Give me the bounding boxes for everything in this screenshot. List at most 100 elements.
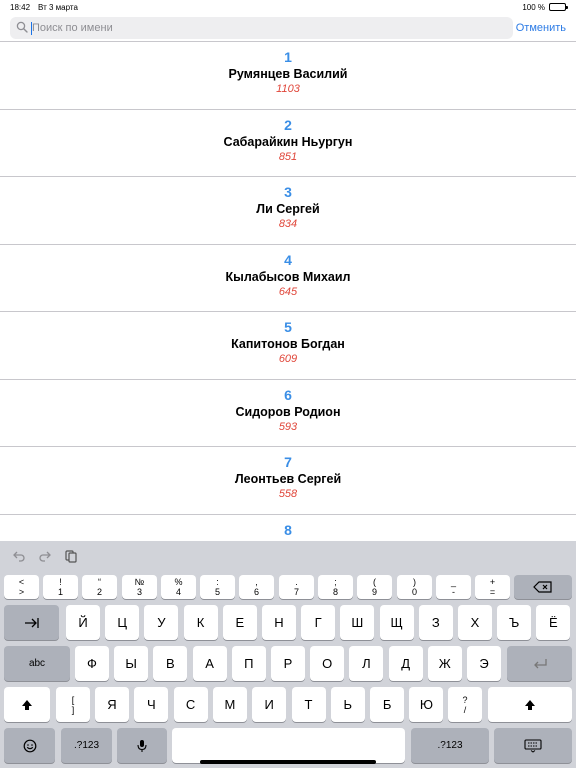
shift-key-right[interactable] [488, 687, 572, 722]
numbers-key-left[interactable]: .?123 [61, 728, 112, 763]
key-letter[interactable]: Ц [105, 605, 140, 640]
player-row[interactable]: 7 Леонтьев Сергей 558 [0, 447, 576, 515]
tab-key[interactable] [4, 605, 59, 640]
key-symbol[interactable]: + = [475, 575, 510, 599]
key-letter[interactable]: Ш [340, 605, 375, 640]
search-box[interactable] [10, 17, 513, 39]
player-row[interactable]: 1 Румянцев Василий 1103 [0, 42, 576, 110]
redo-icon[interactable] [38, 549, 52, 563]
keyboard-toolbar [0, 541, 576, 571]
key-label-bottom: 1 [57, 587, 63, 597]
key-label-bottom: 0 [411, 587, 417, 597]
key-symbol[interactable]: < > [4, 575, 39, 599]
key-letter[interactable]: Д [388, 646, 423, 681]
key-letter[interactable]: Я [95, 687, 129, 722]
key-letter[interactable]: Е [222, 605, 257, 640]
key-symbol[interactable]: ! 1 [43, 575, 78, 599]
shift-key-left[interactable] [4, 687, 50, 722]
key-letter[interactable]: Ы [114, 646, 149, 681]
key-symbol[interactable]: “2 [82, 575, 117, 599]
dictation-key[interactable] [117, 728, 167, 763]
key-letter[interactable]: Х [458, 605, 492, 640]
key-letter[interactable]: Ю [409, 687, 444, 722]
key-bracket[interactable]: [] [56, 687, 90, 722]
player-name: Леонтьев Сергей [234, 472, 342, 486]
key-letter[interactable]: В [153, 646, 188, 681]
key-letter[interactable]: М [212, 687, 247, 722]
key-letter[interactable]: Б [370, 687, 405, 722]
player-score: 609 [278, 353, 298, 365]
key-symbol[interactable]: .7 [279, 575, 314, 599]
player-rank: 8 [284, 521, 292, 538]
key-letter[interactable]: И [252, 687, 287, 722]
status-bar: 18:42 Вт 3 марта 100 % [0, 0, 576, 14]
key-letter[interactable]: Ж [427, 646, 462, 681]
numbers-key-right[interactable]: .?123 [411, 728, 489, 763]
key-label-bottom: 4 [175, 587, 181, 597]
shift-icon [22, 699, 32, 710]
key-label-bottom: > [18, 587, 25, 597]
cancel-button[interactable]: Отменить [516, 22, 566, 34]
paste-icon[interactable] [64, 549, 78, 563]
key-symbol[interactable]: _ - [436, 575, 471, 599]
key-letter[interactable]: Н [262, 605, 296, 640]
key-letter[interactable]: Т [291, 687, 326, 722]
key-symbol[interactable]: № 3 [122, 575, 157, 599]
key-letter[interactable]: З [418, 605, 453, 640]
key-letter[interactable]: Щ [379, 605, 414, 640]
key-letter[interactable]: Ё [536, 605, 571, 640]
hide-keyboard-key[interactable] [494, 728, 572, 763]
key-letter[interactable]: О [310, 646, 345, 681]
key-letter[interactable]: С [173, 687, 208, 722]
key-label-top: ; [334, 577, 337, 587]
player-row[interactable]: 2 Сабарайкин Ньургун 851 [0, 110, 576, 177]
space-key[interactable] [172, 728, 405, 763]
key-symbol[interactable]: ) 0 [397, 575, 432, 599]
key-letter[interactable]: Г [301, 605, 336, 640]
key-label-bottom: = [489, 587, 496, 597]
player-row[interactable]: 4 Кылабысов Михаил 645 [0, 245, 576, 312]
key-letter[interactable]: Р [271, 646, 305, 681]
player-row[interactable]: 3 Ли Сергей 834 [0, 177, 576, 245]
key-label-bottom: - [451, 587, 455, 597]
search-input[interactable] [32, 22, 472, 34]
key-label: ! 1 [58, 577, 63, 597]
player-rank: 3 [284, 184, 292, 200]
key-symbol[interactable]: ,6 [239, 575, 274, 599]
undo-icon[interactable] [12, 549, 26, 563]
player-row[interactable]: 8 [0, 515, 576, 542]
key-letter[interactable]: У [144, 605, 179, 640]
key-label-top: “ [97, 577, 101, 587]
player-rank: 1 [284, 49, 292, 65]
key-symbol[interactable]: ; 8 [318, 575, 353, 599]
key-symbol[interactable]: (9 [357, 575, 392, 599]
player-name: Румянцев Василий [228, 67, 348, 81]
key-letter[interactable]: Ъ [497, 605, 532, 640]
key-letter[interactable]: Ь [330, 687, 365, 722]
emoji-key[interactable] [4, 728, 55, 763]
key-label: % 4 [174, 577, 182, 597]
key-letter[interactable]: А [192, 646, 227, 681]
backspace-key[interactable] [514, 575, 572, 599]
player-list[interactable]: 1 Румянцев Василий 1103 2 Сабарайкин Ньургун… [0, 41, 576, 541]
keyboard: < >! 1 “2 № 3% 4:5, 6. 7; 8(9) 0 _ - + = Й Ц У К Е Н Г Ш Щ З Х Ъ Ёa… [0, 541, 576, 768]
key-letter[interactable]: Ч [134, 687, 169, 722]
key-letter[interactable]: П [231, 646, 266, 681]
key-label-top: [ [71, 694, 75, 705]
player-score: 1103 [276, 83, 300, 95]
abc-key[interactable]: abc [4, 646, 70, 681]
return-key[interactable] [507, 646, 572, 681]
key-symbol[interactable]: :5 [200, 575, 235, 599]
player-row[interactable]: 6 Сидоров Родион 593 [0, 380, 576, 447]
key-letter[interactable]: Э [467, 646, 501, 681]
key-letter[interactable]: К [183, 605, 218, 640]
key-letter[interactable]: Л [349, 646, 384, 681]
key-symbol[interactable]: % 4 [161, 575, 196, 599]
key-letter[interactable]: Й [66, 605, 100, 640]
key-letter[interactable]: Ф [75, 646, 109, 681]
player-row[interactable]: 5 Капитонов Богдан 609 [0, 312, 576, 380]
key-question[interactable]: ? / [448, 687, 482, 722]
player-name: Сидоров Родион [235, 404, 341, 419]
key-label-bottom: 8 [332, 587, 338, 597]
key-label: ? / [462, 695, 467, 715]
